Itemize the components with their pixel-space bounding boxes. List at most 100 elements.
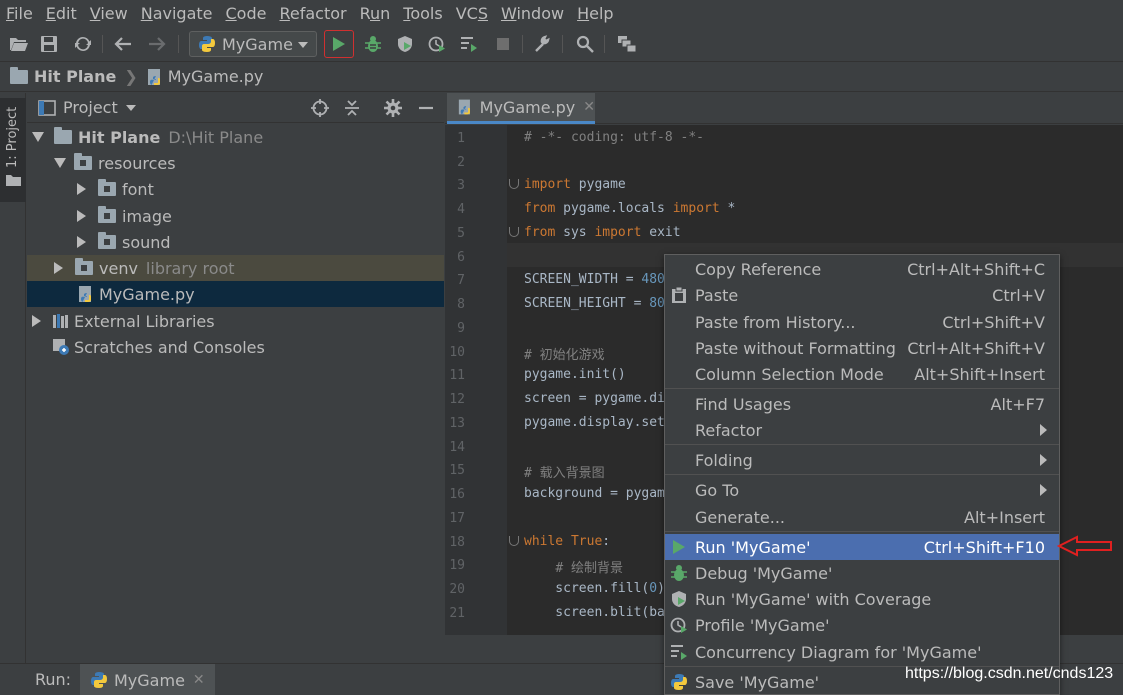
menu-item-paste-from-history[interactable]: Paste from History... Ctrl+Shift+V xyxy=(665,309,1059,335)
chevron-right-icon[interactable] xyxy=(54,262,63,274)
code-line: while True: xyxy=(524,534,611,549)
menu-view[interactable]: View xyxy=(90,4,128,23)
line-number: 11 xyxy=(449,368,465,383)
menu-run[interactable]: Run xyxy=(360,4,391,23)
concurrency-icon[interactable] xyxy=(458,33,480,55)
tree-label: Hit Plane xyxy=(78,127,161,147)
close-icon[interactable]: ✕ xyxy=(193,672,205,688)
line-number: 5 xyxy=(457,226,465,241)
code-line: from sys import exit xyxy=(524,225,681,240)
chevron-down-icon[interactable] xyxy=(32,132,44,142)
chevron-right-icon[interactable] xyxy=(77,183,86,195)
menu-item-paste-without-formatting[interactable]: Paste without Formatting Ctrl+Alt+Shift+V xyxy=(665,335,1059,361)
locate-icon[interactable] xyxy=(310,98,330,118)
stop-icon[interactable] xyxy=(492,33,514,55)
menu-item-column-selection-mode[interactable]: Column Selection Mode Alt+Shift+Insert xyxy=(665,361,1059,387)
project-panel-title[interactable]: Project xyxy=(63,98,118,117)
menu-window[interactable]: Window xyxy=(501,4,564,23)
submenu-arrow-icon xyxy=(1040,424,1047,436)
tab-mygame[interactable]: MyGame.py ✕ xyxy=(447,93,595,124)
watermark: https://blog.csdn.net/cnds123 xyxy=(905,665,1114,682)
menu-code[interactable]: Code xyxy=(226,4,267,23)
menu-item-find-usages[interactable]: Find Usages Alt+F7 xyxy=(665,391,1059,417)
project-tool-tab-label: 1: Project xyxy=(5,106,20,168)
open-icon[interactable] xyxy=(8,33,30,55)
collapse-all-icon[interactable] xyxy=(342,98,362,118)
menu-item-run-with-coverage[interactable]: Run 'MyGame' with Coverage xyxy=(665,586,1059,612)
search-icon[interactable] xyxy=(574,33,596,55)
menu-item-debug-mygame[interactable]: Debug 'MyGame' xyxy=(665,560,1059,586)
vcs-icon[interactable] xyxy=(616,33,638,55)
main-toolbar: MyGame xyxy=(0,26,1123,62)
gear-icon[interactable] xyxy=(383,98,403,118)
menu-tools[interactable]: Tools xyxy=(403,4,442,23)
menu-item-profile-mygame[interactable]: Profile 'MyGame' xyxy=(665,612,1059,638)
menu-item-paste[interactable]: Paste Ctrl+V xyxy=(665,282,1059,308)
tree-label: font xyxy=(122,179,154,199)
code-line: # 初始化游戏 xyxy=(524,348,605,363)
debug-icon[interactable] xyxy=(362,33,384,55)
save-icon[interactable] xyxy=(38,33,60,55)
code-line: import pygame xyxy=(524,177,626,192)
menu-item-refactor[interactable]: Refactor xyxy=(665,417,1059,443)
menu-item-generate[interactable]: Generate... Alt+Insert xyxy=(665,504,1059,530)
line-number: 20 xyxy=(449,582,465,597)
folder-icon xyxy=(74,153,92,170)
forward-icon[interactable] xyxy=(146,33,168,55)
tree-node-venv[interactable]: venv library root xyxy=(27,255,444,281)
menu-edit[interactable]: Edit xyxy=(46,4,77,23)
breadcrumb-project[interactable]: Hit Plane xyxy=(34,67,116,86)
coverage-icon[interactable] xyxy=(394,33,416,55)
folder-icon xyxy=(98,179,116,196)
breadcrumb-file[interactable]: MyGame.py xyxy=(168,67,264,86)
project-panel: Project Hit Plane D:\Hit Plane resources… xyxy=(27,93,444,663)
tree-node-external-libraries[interactable]: External Libraries xyxy=(27,308,444,334)
fold-marker-icon[interactable] xyxy=(509,227,519,237)
profile-icon[interactable] xyxy=(426,33,448,55)
tree-node-scratches[interactable]: Scratches and Consoles xyxy=(27,334,444,360)
chevron-down-icon[interactable] xyxy=(125,104,136,111)
menu-item-go-to[interactable]: Go To xyxy=(665,477,1059,503)
menu-navigate[interactable]: Navigate xyxy=(141,4,213,23)
submenu-arrow-icon xyxy=(1040,454,1047,466)
chevron-right-icon[interactable] xyxy=(77,236,86,248)
tree-node-sound[interactable]: sound xyxy=(27,229,444,255)
line-number: 16 xyxy=(449,487,465,502)
tree-node-hit-plane[interactable]: Hit Plane D:\Hit Plane xyxy=(27,124,444,150)
submenu-arrow-icon xyxy=(1040,484,1047,496)
back-icon[interactable] xyxy=(112,33,134,55)
menu-help[interactable]: Help xyxy=(577,4,613,23)
menu-item-copy-reference[interactable]: Copy Reference Ctrl+Alt+Shift+C xyxy=(665,256,1059,282)
chevron-down-icon[interactable] xyxy=(54,158,66,168)
menu-file[interactable]: File xyxy=(6,4,33,23)
code-line: background = pygam xyxy=(524,486,665,501)
close-icon[interactable]: ✕ xyxy=(583,99,595,115)
tree-label: External Libraries xyxy=(74,311,215,331)
run-configuration-select[interactable]: MyGame xyxy=(189,31,317,57)
menu-item-concurrency-diagram[interactable]: Concurrency Diagram for 'MyGame' xyxy=(665,639,1059,665)
wrench-icon[interactable] xyxy=(532,33,554,55)
line-number: 9 xyxy=(457,321,465,336)
tree-node-image[interactable]: image xyxy=(27,203,444,229)
menu-item-run-mygame[interactable]: Run 'MyGame' Ctrl+Shift+F10 xyxy=(665,534,1059,560)
chevron-right-icon[interactable] xyxy=(32,315,41,327)
minimize-icon[interactable] xyxy=(416,98,436,118)
fold-marker-icon[interactable] xyxy=(509,536,519,546)
menu-vcs[interactable]: VCS xyxy=(456,4,488,23)
line-number: 12 xyxy=(449,392,465,407)
menu-item-folding[interactable]: Folding xyxy=(665,447,1059,473)
tree-node-font[interactable]: font xyxy=(27,176,444,202)
chevron-right-icon[interactable] xyxy=(77,210,86,222)
debug-icon xyxy=(670,564,688,582)
tree-node-resources[interactable]: resources xyxy=(27,150,444,176)
sync-icon[interactable] xyxy=(72,33,94,55)
line-number: 13 xyxy=(449,416,465,431)
code-line: pygame.display.set xyxy=(524,415,665,430)
tree-node-mygame[interactable]: MyGame.py xyxy=(27,281,444,307)
run-button[interactable] xyxy=(324,30,354,58)
scratches-icon xyxy=(53,339,69,355)
menu-refactor[interactable]: Refactor xyxy=(279,4,346,23)
run-tab-mygame[interactable]: MyGame ✕ xyxy=(80,664,215,695)
tree-label: sound xyxy=(122,232,171,252)
fold-marker-icon[interactable] xyxy=(509,179,519,189)
